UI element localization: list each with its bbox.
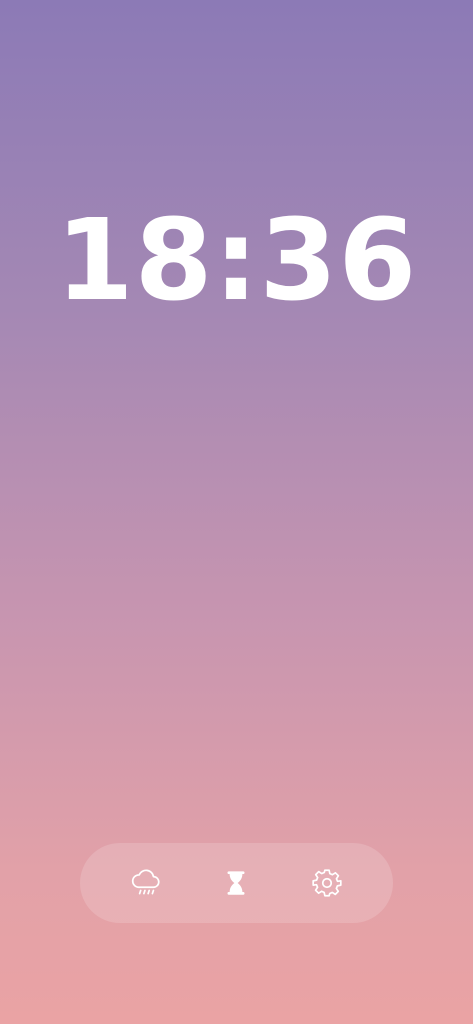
weather-button[interactable] — [126, 863, 166, 903]
hourglass-icon — [219, 866, 253, 900]
bottom-dock — [80, 843, 393, 923]
settings-button[interactable] — [307, 863, 347, 903]
lock-screen: 18:36 — [0, 0, 473, 1024]
gear-icon — [310, 866, 344, 900]
timer-button[interactable] — [216, 863, 256, 903]
clock-time: 18:36 — [55, 196, 418, 326]
cloud-rain-icon — [129, 866, 163, 900]
